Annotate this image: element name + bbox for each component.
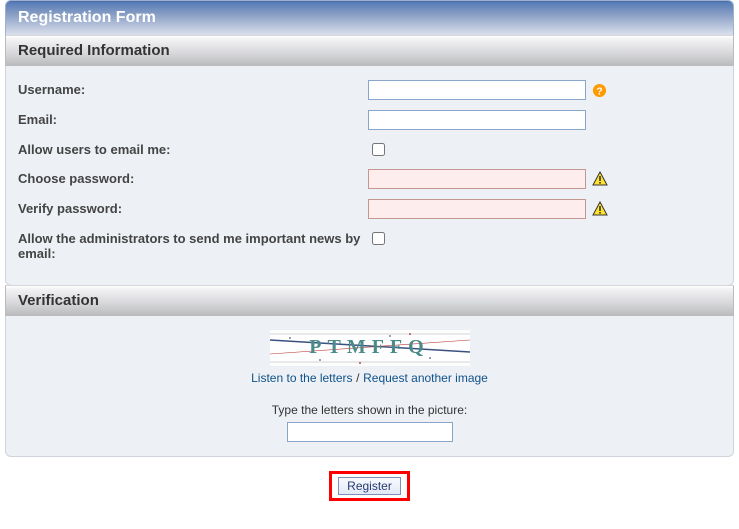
verify-password-input[interactable]	[368, 199, 586, 219]
verify-password-label: Verify password:	[18, 199, 368, 216]
row-admin-news: Allow the administrators to send me impo…	[18, 229, 721, 261]
register-button[interactable]: Register	[338, 477, 401, 495]
captcha-links: Listen to the letters / Request another …	[18, 370, 721, 385]
section-required-header: Required Information	[5, 35, 734, 66]
register-row: Register	[5, 457, 734, 515]
choose-password-input[interactable]	[368, 169, 586, 189]
email-input[interactable]	[368, 110, 586, 130]
type-letters-label: Type the letters shown in the picture:	[18, 403, 721, 417]
row-verify-password: Verify password:	[18, 199, 721, 219]
page-title: Registration Form	[18, 9, 156, 26]
row-username: Username: ?	[18, 80, 721, 100]
request-image-link[interactable]: Request another image	[363, 371, 488, 385]
username-input[interactable]	[368, 80, 586, 100]
row-choose-password: Choose password:	[18, 169, 721, 189]
help-icon[interactable]: ?	[592, 83, 607, 98]
link-separator: /	[356, 371, 359, 385]
page-title-bar: Registration Form	[5, 0, 734, 35]
warning-icon	[592, 201, 608, 217]
captcha-text: PTMFFQ	[309, 336, 429, 358]
row-email: Email:	[18, 110, 721, 130]
username-label: Username:	[18, 80, 368, 97]
section-verification-header: Verification	[5, 285, 734, 316]
email-label: Email:	[18, 110, 368, 127]
verification-panel: PTMFFQ Listen to the letters / Request a…	[5, 316, 734, 457]
listen-link[interactable]: Listen to the letters	[251, 371, 352, 385]
admin-news-label: Allow the administrators to send me impo…	[18, 229, 368, 261]
row-allow-email: Allow users to email me:	[18, 140, 721, 159]
svg-text:?: ?	[596, 86, 602, 97]
section-verification-title: Verification	[18, 292, 99, 309]
register-highlight: Register	[329, 471, 410, 501]
captcha-input[interactable]	[287, 422, 453, 442]
warning-icon	[592, 171, 608, 187]
captcha-image: PTMFFQ	[270, 330, 470, 366]
allow-email-checkbox[interactable]	[372, 143, 385, 156]
required-info-panel: Username: ? Email: Allow users to email …	[5, 66, 734, 286]
choose-password-label: Choose password:	[18, 169, 368, 186]
allow-email-label: Allow users to email me:	[18, 140, 368, 157]
admin-news-checkbox[interactable]	[372, 232, 385, 245]
section-required-title: Required Information	[18, 42, 170, 59]
